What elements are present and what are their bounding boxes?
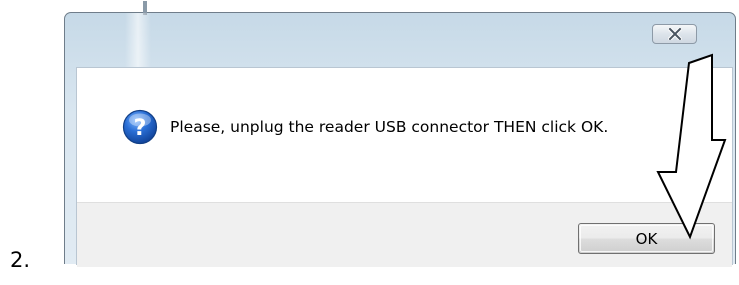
- message-row: ? Please, unplug the reader USB connecto…: [122, 109, 608, 145]
- dialog-button-bar: OK: [77, 202, 732, 267]
- ok-button[interactable]: OK: [578, 223, 715, 254]
- question-icon: ?: [122, 109, 158, 145]
- dialog-message: Please, unplug the reader USB connector …: [170, 118, 609, 136]
- close-button[interactable]: [652, 24, 697, 44]
- dialog-content: ? Please, unplug the reader USB connecto…: [76, 67, 733, 267]
- step-number: 2.: [10, 248, 31, 272]
- svg-text:?: ?: [134, 116, 147, 141]
- glass-highlight: [125, 13, 151, 69]
- close-icon: [667, 28, 682, 40]
- dialog-window: ? Please, unplug the reader USB connecto…: [64, 1, 736, 267]
